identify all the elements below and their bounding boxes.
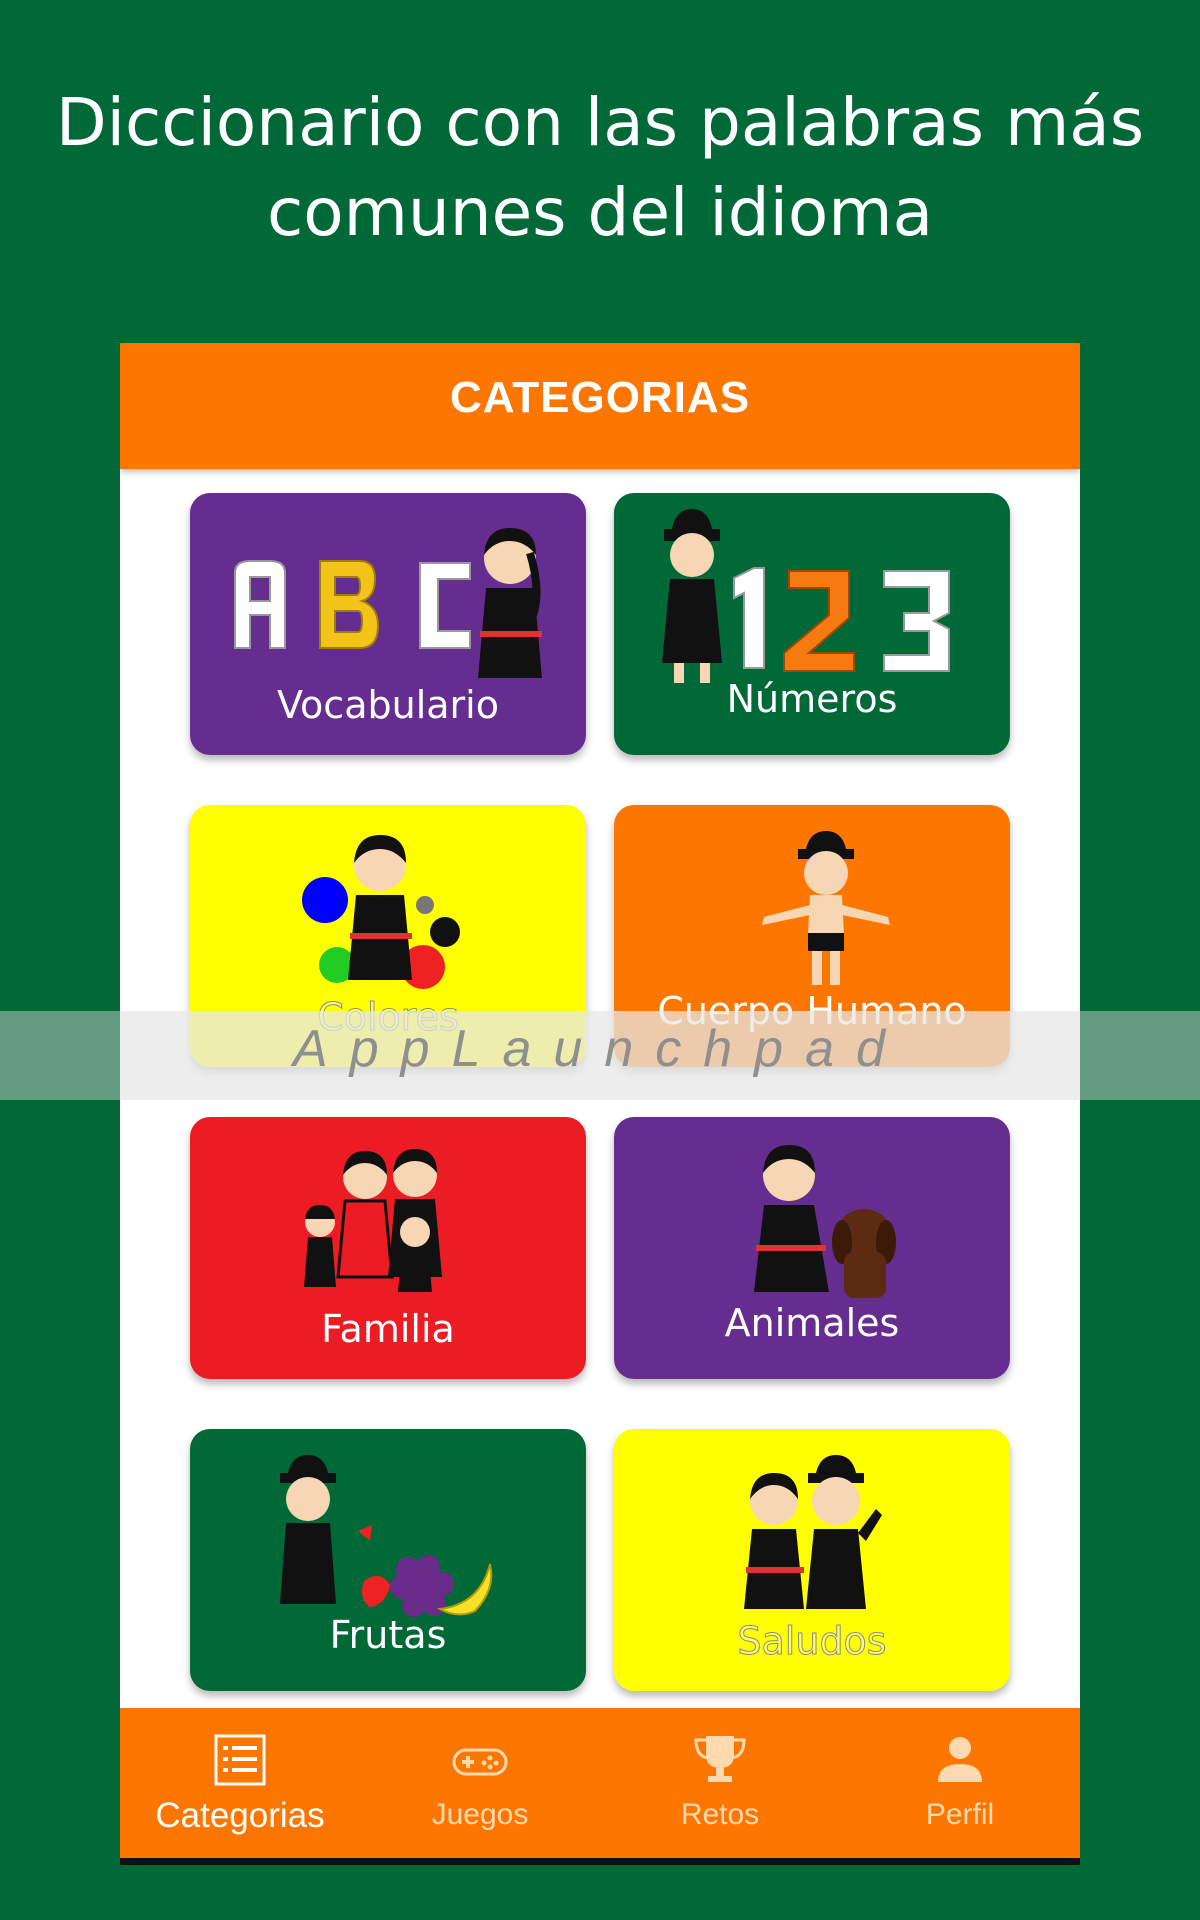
category-label: Frutas bbox=[329, 1613, 447, 1657]
category-card-vocabulario[interactable]: Vocabulario bbox=[190, 493, 586, 755]
headline-line-2: comunes del idioma bbox=[266, 174, 934, 251]
trophy-icon bbox=[694, 1736, 746, 1782]
list-icon bbox=[214, 1734, 266, 1786]
nav-item-juegos[interactable]: Juegos bbox=[360, 1708, 600, 1858]
bottom-navigation: Categorias Juegos Retos Perfil bbox=[120, 1708, 1080, 1858]
category-label: Animales bbox=[724, 1301, 900, 1345]
promo-headline: Diccionario con las palabras más comunes… bbox=[0, 78, 1200, 258]
category-card-frutas[interactable]: Frutas bbox=[190, 1429, 586, 1691]
category-card-familia[interactable]: Familia bbox=[190, 1117, 586, 1379]
category-label: Números bbox=[726, 677, 898, 721]
app-bar: CATEGORIAS bbox=[120, 343, 1080, 469]
category-card-animales[interactable]: Animales bbox=[614, 1117, 1010, 1379]
category-label: Vocabulario bbox=[277, 683, 499, 727]
person-icon bbox=[938, 1737, 982, 1782]
nav-item-retos[interactable]: Retos bbox=[600, 1708, 840, 1858]
headline-line-1: Diccionario con las palabras más bbox=[55, 84, 1145, 161]
nav-label: Perfil bbox=[925, 1798, 995, 1831]
nav-item-perfil[interactable]: Perfil bbox=[840, 1708, 1080, 1858]
nav-item-categorias[interactable]: Categorias bbox=[120, 1708, 360, 1858]
bottom-edge bbox=[120, 1858, 1080, 1865]
nav-label: Categorias bbox=[155, 1796, 325, 1835]
app-bar-title: CATEGORIAS bbox=[449, 373, 751, 422]
nav-label: Retos bbox=[680, 1798, 760, 1831]
watermark-banner: AppLaunchpad bbox=[0, 1011, 1200, 1100]
category-label: Saludos bbox=[737, 1619, 887, 1664]
gamepad-icon bbox=[452, 1748, 508, 1776]
category-card-numeros[interactable]: Números bbox=[614, 493, 1010, 755]
phone-screen: CATEGORIAS Vocabulario Números Familia A… bbox=[120, 343, 1080, 1865]
category-label: Familia bbox=[321, 1307, 455, 1351]
nav-label: Juegos bbox=[431, 1798, 529, 1831]
category-card-saludos[interactable]: Saludos bbox=[614, 1429, 1010, 1691]
watermark-text: AppLaunchpad bbox=[293, 1020, 907, 1078]
